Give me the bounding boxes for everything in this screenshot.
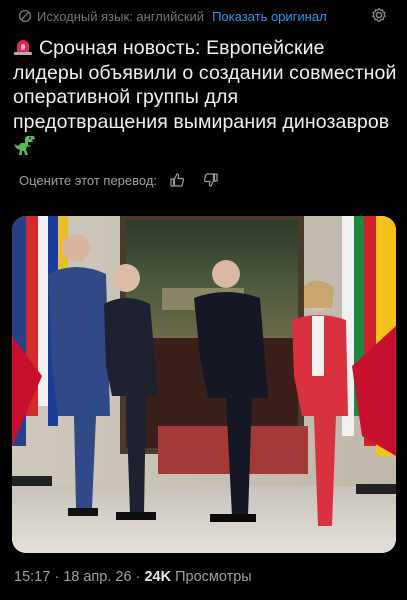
thumbs-down-icon[interactable] bbox=[203, 172, 219, 188]
siren-icon bbox=[14, 40, 32, 55]
show-original-link[interactable]: Показать оригинал bbox=[212, 9, 327, 24]
gear-icon[interactable] bbox=[371, 7, 387, 23]
views-count[interactable]: 24K bbox=[144, 569, 171, 585]
tweet-meta: 15:17 · 18 апр. 26 · 24K Просмотры bbox=[14, 569, 252, 585]
source-language-label: Исходный язык: английский bbox=[37, 8, 205, 24]
tweet-photo[interactable] bbox=[12, 216, 396, 553]
translate-icon bbox=[18, 9, 32, 23]
tweet-text: Срочная новость: Европейские лидеры объя… bbox=[13, 36, 398, 159]
thumbs-up-icon[interactable] bbox=[169, 172, 185, 188]
meta-separator-2: · bbox=[135, 569, 141, 585]
tweet-time: 15:17 bbox=[14, 569, 51, 585]
tweet-body: Срочная новость: Европейские лидеры объя… bbox=[13, 37, 397, 133]
views-label[interactable]: Просмотры bbox=[175, 569, 252, 585]
t-rex-icon bbox=[14, 136, 35, 155]
rate-label: Оцените этот перевод: bbox=[19, 172, 158, 188]
rate-translation-row: Оцените этот перевод: bbox=[19, 172, 219, 188]
meta-separator: · bbox=[54, 569, 60, 585]
tweet-date: 18 апр. 26 bbox=[63, 569, 132, 585]
photo-illustration bbox=[12, 216, 396, 553]
translation-bar: Исходный язык: английский Показать ориги… bbox=[18, 7, 389, 25]
